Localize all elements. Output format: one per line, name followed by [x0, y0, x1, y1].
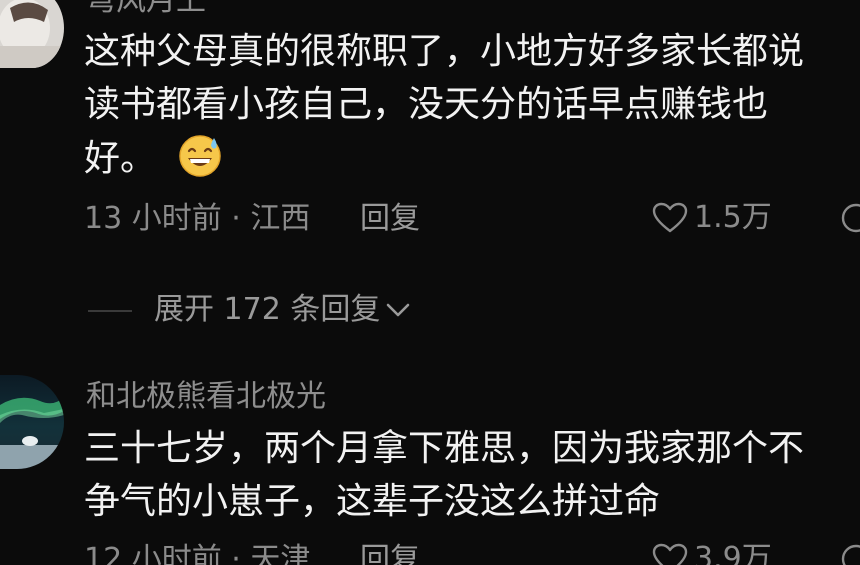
- expand-replies-button[interactable]: 展开 172 条回复: [154, 295, 412, 325]
- comment-line: 这种父母真的很称职了，小地方好多家长都说: [84, 31, 805, 72]
- reply-button[interactable]: 回复: [360, 204, 420, 234]
- comment-line-last: 好。: [84, 130, 224, 187]
- comment-line: 争气的小崽子，这辈子没这么拼过命: [84, 481, 661, 522]
- reply-button[interactable]: 回复: [360, 545, 420, 565]
- comment-section: 弯风月上 这种父母真的很称职了，小地方好多家长都说 读书都看小孩自己，没天分的话…: [0, 0, 860, 565]
- comment-username[interactable]: 和北极熊看北极光: [86, 382, 326, 412]
- avatar-image: [0, 375, 64, 469]
- chevron-down-icon: [387, 303, 410, 317]
- like-button[interactable]: 1.5万: [652, 202, 772, 234]
- grinning-sweat-emoji-icon: [179, 135, 221, 177]
- like-count: 1.5万: [694, 200, 772, 235]
- like-button[interactable]: 3.9万: [652, 543, 772, 565]
- comment-line-text: 好。: [84, 138, 157, 179]
- heart-outline-icon: [652, 543, 688, 565]
- comment-action-icon[interactable]: [840, 543, 860, 565]
- avatar[interactable]: [0, 375, 64, 469]
- comment-time-location: 13 小时前 · 江西: [84, 201, 311, 236]
- like-count: 3.9万: [694, 541, 772, 565]
- comment-line: 三十七岁，两个月拿下雅思，因为我家那个不: [84, 428, 805, 469]
- comment-action-icon[interactable]: [840, 202, 860, 234]
- avatar-image: [0, 0, 64, 68]
- comment-time-location: 12 小时前 · 天津: [84, 542, 311, 565]
- avatar[interactable]: [0, 0, 64, 68]
- comment-username[interactable]: 弯风月上: [86, 0, 206, 16]
- heart-outline-icon: [652, 202, 688, 233]
- expand-replies-label: 展开 172 条回复: [154, 292, 381, 327]
- comment-line: 读书都看小孩自己，没天分的话早点赚钱也: [84, 84, 769, 125]
- expand-divider: [88, 310, 132, 312]
